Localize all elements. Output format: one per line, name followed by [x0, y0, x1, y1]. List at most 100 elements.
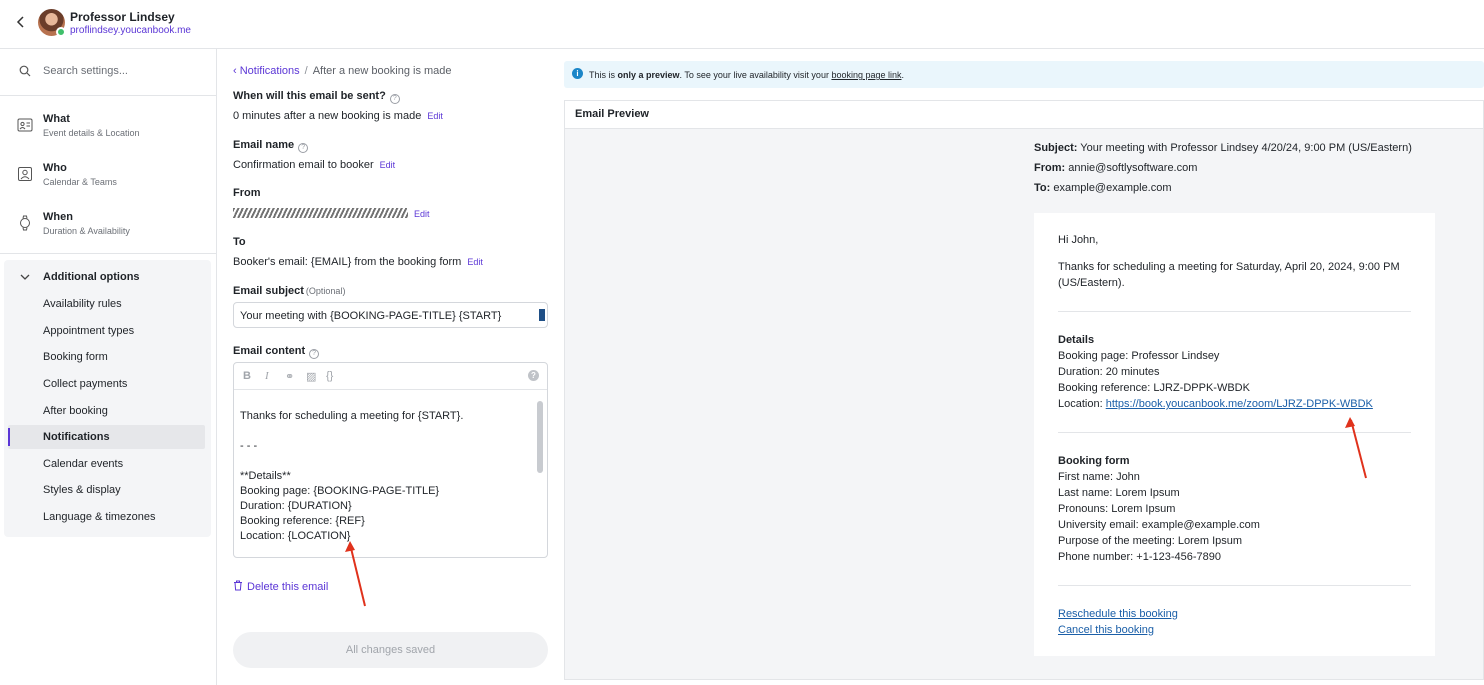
reschedule-link[interactable]: Reschedule this booking	[1058, 608, 1178, 620]
edit-name-link[interactable]: Edit	[380, 160, 396, 170]
breadcrumb: ‹ Notifications / After a new booking is m…	[233, 65, 452, 77]
sidebar-item-subtitle: Event details & Location	[43, 128, 140, 138]
email-name-value: Confirmation email to booker Edit	[233, 159, 395, 171]
variables-icon[interactable]: {}	[326, 370, 333, 382]
top-bar: Professor Lindsey proflindsey.youcanbook…	[0, 0, 1484, 49]
account-name: Professor Lindsey	[70, 10, 175, 24]
divider	[1058, 311, 1411, 312]
chevron-down-icon	[20, 274, 30, 280]
sidebar-item-title: Who	[43, 162, 67, 174]
content-line: Booking reference: {REF}	[240, 515, 365, 527]
content-line: Duration: {DURATION}	[240, 500, 352, 512]
sidebar-item-appointment-types[interactable]: Appointment types	[8, 319, 205, 343]
account-url[interactable]: proflindsey.youcanbook.me	[70, 25, 191, 36]
location-line: Location: https://book.youcanbook.me/zoo…	[1058, 396, 1373, 412]
info-icon: i	[572, 68, 583, 79]
email-content-label: Email content?	[233, 345, 320, 359]
greeting: Hi John,	[1058, 234, 1099, 246]
email-content-label-text: Email content	[233, 345, 306, 357]
content-line	[240, 454, 463, 469]
duration-line: Duration: 20 minutes	[1058, 366, 1160, 378]
notice-prefix: This is	[589, 70, 618, 80]
divider	[1058, 432, 1411, 433]
cancel-link[interactable]: Cancel this booking	[1058, 624, 1154, 636]
additional-options-label: Additional options	[43, 271, 140, 283]
bold-icon[interactable]: B	[243, 370, 251, 382]
thanks-line-2: (US/Eastern).	[1058, 277, 1125, 289]
email-body-card: Hi John, Thanks for scheduling a meeting…	[1034, 213, 1435, 656]
location-link[interactable]: https://book.youcanbook.me/zoom/LJRZ-DPP…	[1106, 398, 1373, 410]
email-content-editor[interactable]: B I ⚭ ▨ {} ? Thanks for scheduling a mee…	[233, 362, 548, 558]
edit-to-link[interactable]: Edit	[467, 257, 483, 267]
preview-from: From: annie@softlysoftware.com	[1034, 162, 1197, 174]
content-line	[240, 424, 463, 439]
form-line: Purpose of the meeting: Lorem Ipsum	[1058, 535, 1243, 547]
sidebar-item-booking-form[interactable]: Booking form	[8, 345, 205, 369]
content-line: Thanks for scheduling a meeting for {STA…	[240, 410, 464, 422]
search-input[interactable]: Search settings...	[43, 65, 128, 77]
notice-middle: . To see your live availability visit yo…	[679, 70, 832, 80]
optional-tag: (Optional)	[305, 286, 346, 296]
sidebar-item-language-timezones[interactable]: Language & timezones	[8, 505, 205, 529]
email-name-label-text: Email name	[233, 139, 295, 151]
back-chevron-icon[interactable]	[14, 14, 28, 30]
link-icon[interactable]: ⚭	[285, 370, 294, 383]
thanks-line-1: Thanks for scheduling a meeting for Satu…	[1058, 261, 1400, 273]
sidebar-item-availability-rules[interactable]: Availability rules	[8, 292, 205, 316]
sidebar-item-when[interactable]: When Duration & Availability	[0, 205, 216, 254]
sidebar-item-label: Language & timezones	[43, 511, 156, 523]
help-icon[interactable]: ?	[298, 143, 309, 153]
italic-icon[interactable]: I	[265, 370, 269, 382]
help-icon[interactable]: ?	[528, 370, 539, 381]
details-heading: Details	[1058, 334, 1095, 346]
help-icon[interactable]: ?	[389, 94, 400, 104]
breadcrumb-back-link[interactable]: ‹ Notifications	[233, 65, 300, 77]
cancel-line: Cancel this booking	[1058, 622, 1154, 638]
reference-line: Booking reference: LJRZ-DPPK-WBDK	[1058, 382, 1250, 394]
variable-picker-handle[interactable]	[539, 309, 545, 321]
watch-icon	[20, 215, 30, 231]
email-name-label: Email name?	[233, 139, 309, 153]
settings-search[interactable]: Search settings...	[0, 49, 216, 96]
content-line: Location: {LOCATION}	[240, 530, 351, 542]
edit-from-link[interactable]: Edit	[414, 209, 430, 219]
edit-when-link[interactable]: Edit	[427, 111, 443, 121]
sidebar-item-subtitle: Calendar & Teams	[43, 177, 117, 187]
form-line: Pronouns: Lorem Ipsum	[1058, 503, 1176, 515]
sidebar-item-label: Notifications	[43, 431, 110, 443]
notification-editor: ‹ Notifications / After a new booking is m…	[217, 49, 562, 685]
search-icon	[19, 65, 31, 77]
sidebar-item-what[interactable]: What Event details & Location	[0, 107, 216, 156]
additional-options-toggle[interactable]: Additional options	[4, 268, 211, 288]
when-value-text: 0 minutes after a new booking is made	[233, 110, 422, 122]
email-name-value-text: Confirmation email to booker	[233, 159, 374, 171]
email-content-text[interactable]: Thanks for scheduling a meeting for {STA…	[240, 409, 463, 544]
form-line: Phone number: +1-123-456-7890	[1058, 551, 1221, 563]
email-subject-input[interactable]: Your meeting with {BOOKING-PAGE-TITLE} {…	[233, 302, 548, 328]
save-status-button[interactable]: All changes saved	[233, 632, 548, 668]
form-line: Last name: Lorem Ipsum	[1058, 487, 1180, 499]
sidebar-item-label: Appointment types	[43, 325, 135, 337]
sidebar-item-label: Calendar events	[43, 458, 124, 470]
to-value: Booker's email: {EMAIL} from the booking…	[233, 256, 483, 268]
delete-email-button[interactable]: Delete this email	[233, 580, 328, 593]
form-line: University email: example@example.com	[1058, 519, 1260, 531]
divider	[0, 253, 216, 254]
sidebar-item-styles-display[interactable]: Styles & display	[8, 478, 205, 502]
sidebar-item-after-booking[interactable]: After booking	[8, 399, 205, 423]
settings-sidebar: Search settings... What Event details & …	[0, 49, 217, 685]
help-icon[interactable]: ?	[309, 349, 320, 359]
to-label: To	[233, 236, 246, 248]
booking-page-link[interactable]: booking page link	[831, 70, 901, 80]
content-scrollbar[interactable]	[537, 401, 543, 473]
image-icon[interactable]: ▨	[306, 370, 316, 383]
sidebar-item-who[interactable]: Who Calendar & Teams	[0, 156, 216, 205]
email-preview-header: Email Preview	[565, 101, 1483, 129]
sidebar-item-label: Booking form	[43, 351, 108, 363]
to-value: example@example.com	[1053, 182, 1172, 194]
sidebar-item-calendar-events[interactable]: Calendar events	[8, 452, 205, 476]
from-value: Edit	[233, 208, 430, 220]
sidebar-item-notifications[interactable]: Notifications	[8, 425, 205, 449]
notice-suffix: .	[901, 70, 905, 80]
sidebar-item-collect-payments[interactable]: Collect payments	[8, 372, 205, 396]
